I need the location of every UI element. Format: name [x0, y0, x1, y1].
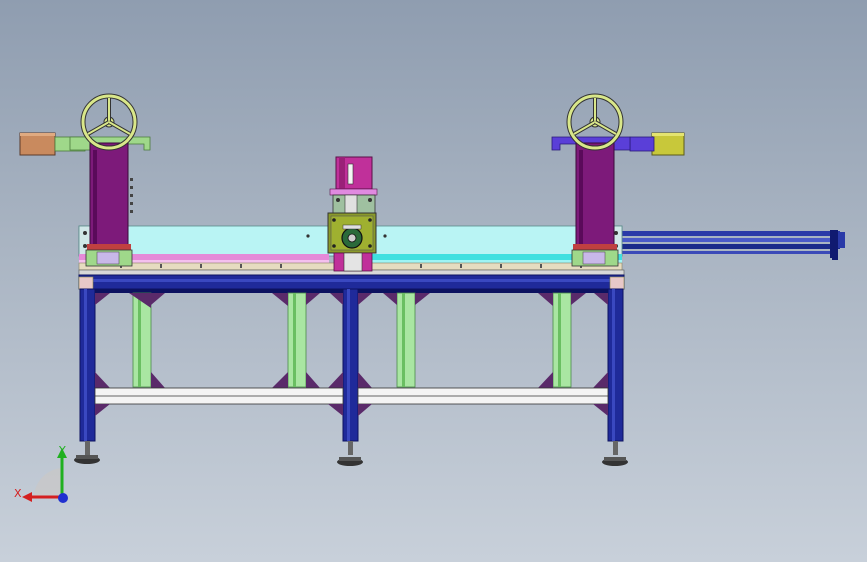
right-motor	[651, 132, 685, 156]
right-extension-rods[interactable]	[622, 230, 845, 260]
foot-stem	[85, 441, 90, 455]
inner-post	[552, 292, 572, 388]
frame-top-beam-highlight	[79, 279, 624, 282]
left-column-base-red	[87, 244, 131, 250]
inner-post	[287, 292, 307, 388]
main-frame[interactable]	[78, 269, 625, 442]
right-motor-arm	[629, 136, 655, 152]
right-column-base-red	[573, 244, 617, 250]
corner-bracket-left	[78, 276, 94, 290]
leg-left	[79, 288, 96, 442]
leg-left-highlight	[84, 289, 87, 441]
table-bolt	[83, 231, 87, 235]
foot-stem	[613, 441, 618, 455]
inner-post	[396, 292, 416, 388]
table-bolt	[614, 231, 618, 235]
foot-stem	[348, 441, 353, 455]
corner-bracket-right	[609, 276, 625, 290]
table-bolt	[383, 234, 387, 238]
extension-end-cap	[838, 232, 845, 248]
triad-y-label: Y	[58, 444, 66, 457]
leg-right	[607, 288, 624, 442]
extension-rod-lower	[622, 244, 840, 249]
leg-center-highlight	[347, 289, 350, 441]
center-cutting-head[interactable]	[327, 156, 378, 272]
extension-rod-top	[622, 231, 840, 236]
orientation-triad: Y X	[14, 444, 68, 503]
left-motor	[19, 132, 56, 156]
machine-model[interactable]: Y X	[0, 0, 867, 562]
table-bolt	[83, 244, 87, 248]
extension-rod-bottom	[622, 251, 836, 254]
triad-plane	[34, 468, 62, 497]
inner-post	[132, 292, 152, 388]
cad-viewport[interactable]: Y X	[0, 0, 867, 562]
triad-x-label: X	[14, 487, 22, 500]
leveling-feet[interactable]	[74, 441, 628, 466]
leg-center	[342, 288, 359, 442]
table-bolt	[306, 234, 310, 238]
head-flange	[329, 188, 378, 196]
extension-end-tab	[832, 250, 838, 260]
triad-z-axis	[58, 493, 68, 503]
leg-right-highlight	[612, 289, 615, 441]
extension-rod-middle	[622, 238, 840, 242]
